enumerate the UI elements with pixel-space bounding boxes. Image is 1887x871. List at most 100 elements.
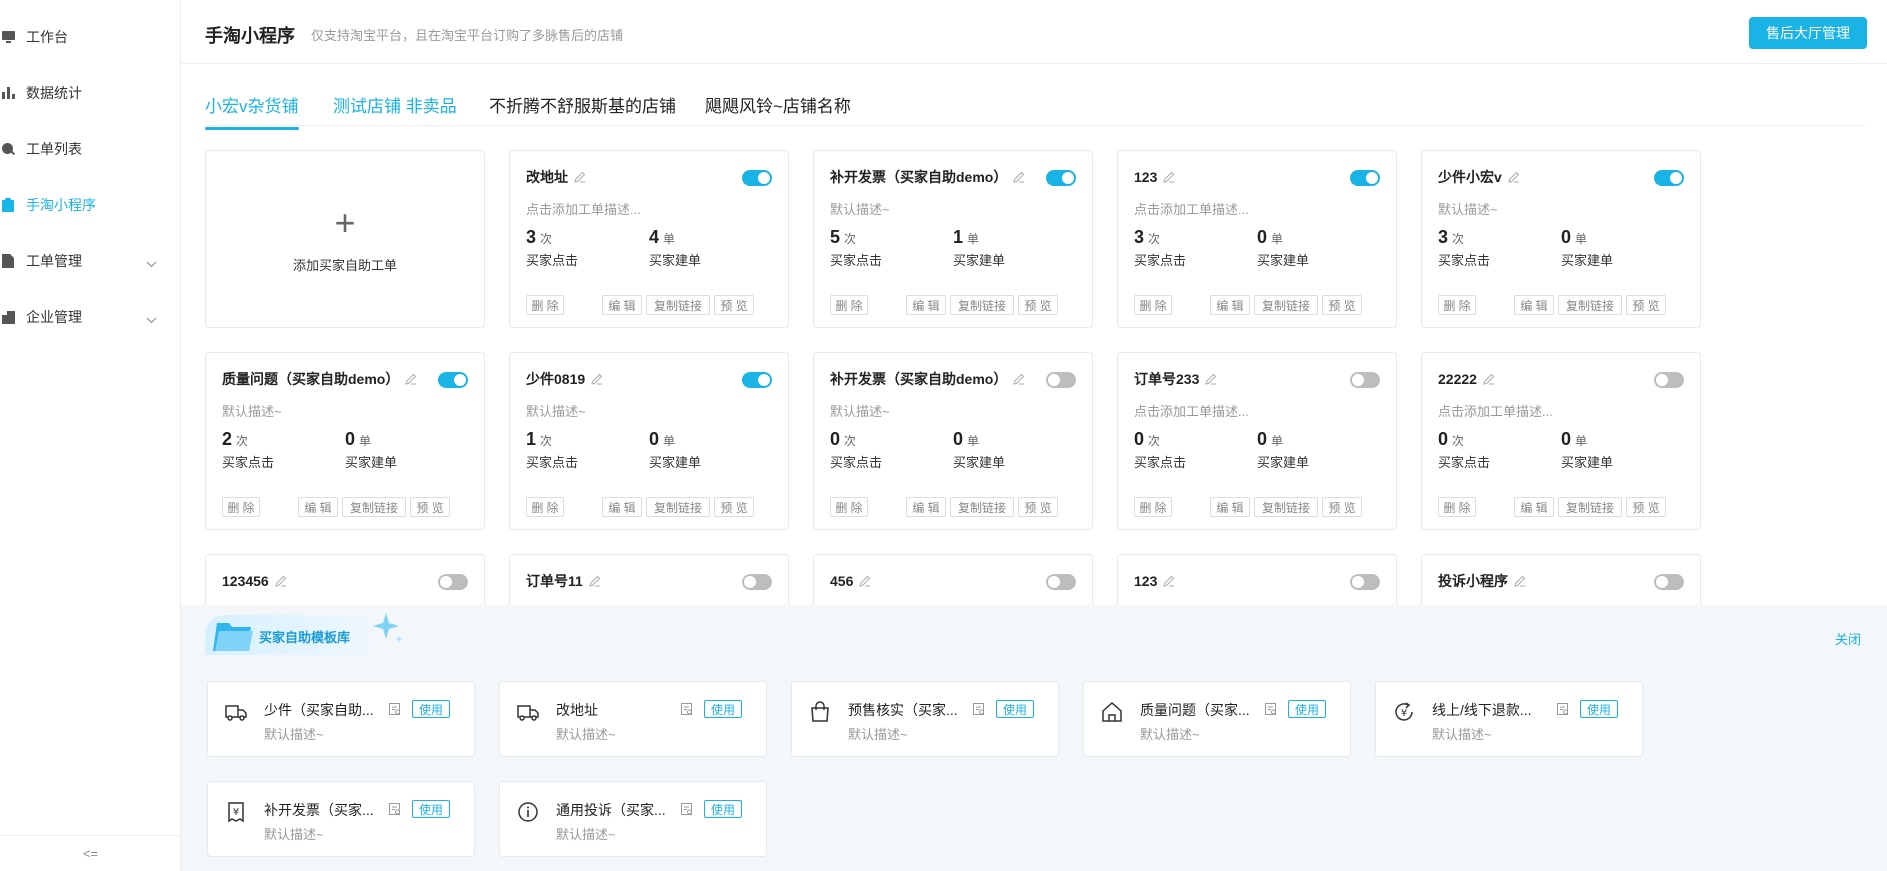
enable-toggle[interactable] <box>1046 372 1076 388</box>
enable-toggle[interactable] <box>742 170 772 186</box>
copy-link-button[interactable]: 复制链接 <box>342 497 406 517</box>
after-sales-hall-button[interactable]: 售后大厅管理 <box>1749 17 1867 49</box>
delete-button[interactable]: 删 除 <box>1438 295 1476 315</box>
edit-button[interactable]: 编 辑 <box>1210 497 1250 517</box>
delete-button[interactable]: 删 除 <box>830 497 868 517</box>
delete-button[interactable]: 删 除 <box>526 295 564 315</box>
add-card-button[interactable]: + 添加买家自助工单 <box>205 150 485 328</box>
preview-button[interactable]: 预 览 <box>1322 497 1362 517</box>
preview-button[interactable]: 预 览 <box>1626 497 1666 517</box>
pencil-icon[interactable] <box>1163 575 1175 587</box>
preview-icon[interactable] <box>388 802 402 816</box>
enable-toggle[interactable] <box>1350 574 1380 590</box>
sidebar-item-statistics[interactable]: 数据统计 <box>0 73 181 113</box>
preview-button[interactable]: 预 览 <box>1322 295 1362 315</box>
preview-icon[interactable] <box>1556 702 1570 716</box>
clicks-label: 买家点击 <box>1134 253 1187 268</box>
copy-link-button[interactable]: 复制链接 <box>950 497 1014 517</box>
pencil-icon[interactable] <box>589 575 601 587</box>
preview-icon[interactable] <box>680 802 694 816</box>
use-template-button[interactable]: 使用 <box>412 700 450 718</box>
pencil-icon[interactable] <box>859 575 871 587</box>
edit-button[interactable]: 编 辑 <box>906 497 946 517</box>
delete-button[interactable]: 删 除 <box>222 497 260 517</box>
pencil-icon[interactable] <box>1483 373 1495 385</box>
delete-button[interactable]: 删 除 <box>1438 497 1476 517</box>
pencil-icon[interactable] <box>1205 373 1217 385</box>
sidebar-item-ticket-list[interactable]: 工单列表 <box>0 129 181 169</box>
collapse-sidebar-button[interactable]: <= <box>0 835 181 871</box>
sidebar-item-taobao-miniprogram[interactable]: 手淘小程序 <box>0 185 181 225</box>
use-template-button[interactable]: 使用 <box>996 700 1034 718</box>
pencil-icon[interactable] <box>1514 575 1526 587</box>
pencil-icon[interactable] <box>591 373 603 385</box>
enable-toggle[interactable] <box>742 372 772 388</box>
pencil-icon[interactable] <box>1508 171 1520 183</box>
tab-shop-2[interactable]: 测试店铺 非卖品 <box>333 92 457 127</box>
preview-button[interactable]: 预 览 <box>1626 295 1666 315</box>
enable-toggle[interactable] <box>1654 574 1684 590</box>
delete-button[interactable]: 删 除 <box>526 497 564 517</box>
use-template-button[interactable]: 使用 <box>704 700 742 718</box>
edit-button[interactable]: 编 辑 <box>602 497 642 517</box>
use-template-button[interactable]: 使用 <box>1288 700 1326 718</box>
edit-button[interactable]: 编 辑 <box>906 295 946 315</box>
sidebar-item-ticket-management[interactable]: 工单管理 <box>0 241 181 281</box>
card-title-text: 少件小宏v <box>1438 169 1502 185</box>
enable-toggle[interactable] <box>1046 170 1076 186</box>
pencil-icon[interactable] <box>1013 171 1025 183</box>
pencil-icon[interactable] <box>275 575 287 587</box>
pencil-icon[interactable] <box>1013 373 1025 385</box>
enable-toggle[interactable] <box>1350 170 1380 186</box>
delete-button[interactable]: 删 除 <box>830 295 868 315</box>
preview-icon[interactable] <box>388 702 402 716</box>
enable-toggle[interactable] <box>1654 170 1684 186</box>
clicks-unit: 次 <box>844 232 857 246</box>
edit-button[interactable]: 编 辑 <box>602 295 642 315</box>
tab-shop-4[interactable]: 飓飓风铃~店铺名称 <box>705 92 851 127</box>
close-template-library-button[interactable]: 关闭 <box>1835 629 1861 648</box>
template-description: 默认描述~ <box>1432 727 1492 742</box>
preview-button[interactable]: 预 览 <box>410 497 450 517</box>
enable-toggle[interactable] <box>742 574 772 590</box>
delete-button[interactable]: 删 除 <box>1134 295 1172 315</box>
use-template-button[interactable]: 使用 <box>412 800 450 818</box>
edit-button[interactable]: 编 辑 <box>1210 295 1250 315</box>
copy-link-button[interactable]: 复制链接 <box>1254 497 1318 517</box>
add-card-label: 添加买家自助工单 <box>292 257 397 273</box>
use-template-button[interactable]: 使用 <box>1580 700 1618 718</box>
preview-button[interactable]: 预 览 <box>714 295 754 315</box>
sidebar-item-workbench[interactable]: 工作台 <box>0 17 181 57</box>
delete-button[interactable]: 删 除 <box>1134 497 1172 517</box>
pencil-icon[interactable] <box>1163 171 1175 183</box>
preview-icon[interactable] <box>972 702 986 716</box>
preview-icon[interactable] <box>1264 702 1278 716</box>
preview-button[interactable]: 预 览 <box>714 497 754 517</box>
enable-toggle[interactable] <box>438 574 468 590</box>
preview-icon[interactable] <box>680 702 694 716</box>
copy-link-button[interactable]: 复制链接 <box>950 295 1014 315</box>
edit-button[interactable]: 编 辑 <box>298 497 338 517</box>
edit-button[interactable]: 编 辑 <box>1514 295 1554 315</box>
enable-toggle[interactable] <box>438 372 468 388</box>
tab-shop-3[interactable]: 不折腾不舒服斯基的店铺 <box>489 92 676 127</box>
copy-link-button[interactable]: 复制链接 <box>646 295 710 315</box>
preview-button[interactable]: 预 览 <box>1018 497 1058 517</box>
sidebar-item-enterprise-management[interactable]: 企业管理 <box>0 297 181 337</box>
enable-toggle[interactable] <box>1654 372 1684 388</box>
enable-toggle[interactable] <box>1046 574 1076 590</box>
copy-link-button[interactable]: 复制链接 <box>1558 497 1622 517</box>
edit-button[interactable]: 编 辑 <box>1514 497 1554 517</box>
clicks-label: 买家点击 <box>526 455 579 470</box>
enable-toggle[interactable] <box>1350 372 1380 388</box>
card-title: 补开发票（买家自助demo） <box>830 369 1076 389</box>
pencil-icon[interactable] <box>574 171 586 183</box>
tab-shop-1[interactable]: 小宏v杂货铺 <box>205 92 299 130</box>
pencil-icon[interactable] <box>405 373 417 385</box>
copy-link-button[interactable]: 复制链接 <box>646 497 710 517</box>
copy-link-button[interactable]: 复制链接 <box>1254 295 1318 315</box>
card-description: 默认描述~ <box>526 404 586 419</box>
copy-link-button[interactable]: 复制链接 <box>1558 295 1622 315</box>
preview-button[interactable]: 预 览 <box>1018 295 1058 315</box>
use-template-button[interactable]: 使用 <box>704 800 742 818</box>
